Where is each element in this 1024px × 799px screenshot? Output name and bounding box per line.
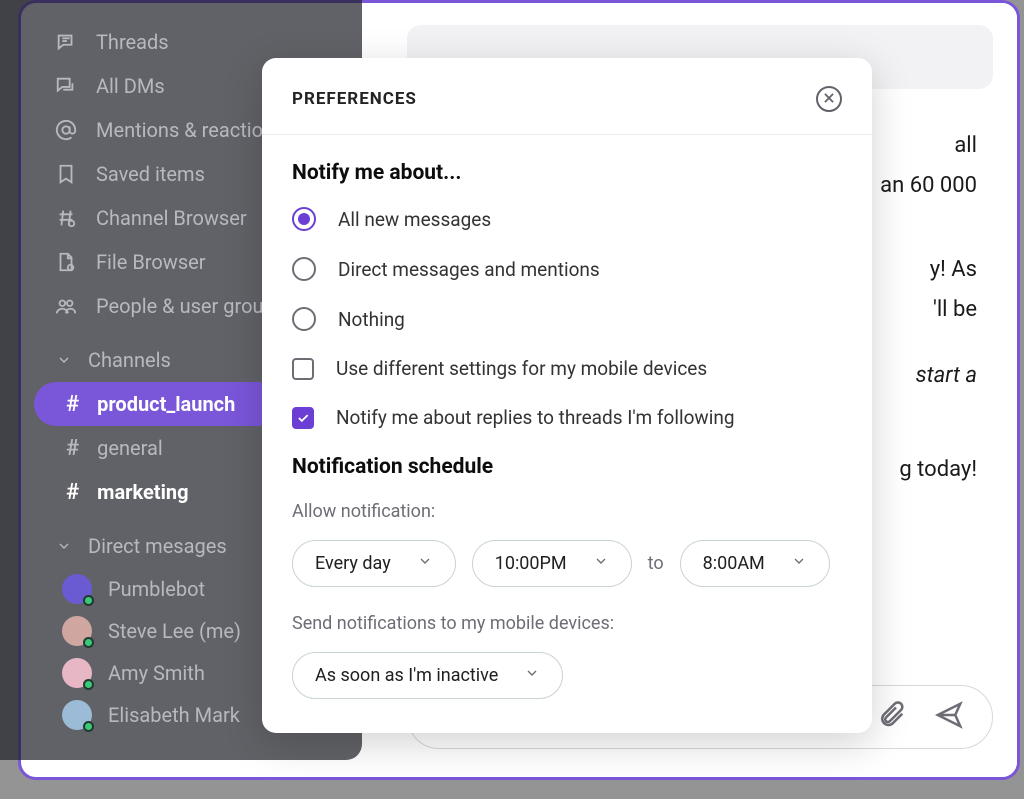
preferences-modal: PREFERENCES Notify me about... All new m… xyxy=(262,58,872,733)
chevron-down-icon xyxy=(791,553,807,574)
dm-header-label: Direct mesages xyxy=(88,534,227,558)
modal-body: Notify me about... All new messages Dire… xyxy=(262,135,872,699)
nav-item-label: Threads xyxy=(96,30,169,54)
mobile-timing-row: As soon as I'm inactive xyxy=(292,652,842,699)
send-mobile-label: Send notifications to my mobile devices: xyxy=(292,613,842,634)
dm-label: Elisabeth Mark xyxy=(108,703,240,727)
people-icon xyxy=(54,294,78,318)
checkbox-label: Notify me about replies to threads I'm f… xyxy=(336,406,735,429)
message-fragment: y! As xyxy=(930,257,977,282)
nav-item-label: File Browser xyxy=(96,250,206,274)
chevron-down-icon xyxy=(54,350,74,370)
close-button[interactable] xyxy=(816,86,842,112)
dm-label: Steve Lee (me) xyxy=(108,619,241,643)
attachment-icon[interactable] xyxy=(876,700,906,734)
days-value: Every day xyxy=(315,553,391,574)
mobile-timing-value: As soon as I'm inactive xyxy=(315,665,498,686)
checkbox-option-1[interactable]: Notify me about replies to threads I'm f… xyxy=(292,406,842,429)
avatar xyxy=(62,616,92,646)
presence-dot xyxy=(83,637,94,648)
channel-label: product_launch xyxy=(97,392,235,416)
nav-item-label: Mentions & reactions xyxy=(96,118,284,142)
dm-label: Amy Smith xyxy=(108,661,205,685)
time-to-select[interactable]: 8:00AM xyxy=(680,540,830,587)
close-icon xyxy=(822,90,836,109)
bookmark-icon xyxy=(54,162,78,186)
modal-title: PREFERENCES xyxy=(292,89,417,109)
radio-label: All new messages xyxy=(338,208,491,231)
threads-icon xyxy=(54,30,78,54)
nav-item-label: All DMs xyxy=(96,74,165,98)
checkbox-icon xyxy=(292,407,314,429)
schedule-row: Every day 10:00PM to 8:00AM xyxy=(292,540,842,587)
file-icon xyxy=(54,250,78,274)
radio-icon xyxy=(292,307,316,331)
presence-dot xyxy=(83,721,94,732)
radio-label: Direct messages and mentions xyxy=(338,258,600,281)
radio-icon xyxy=(292,257,316,281)
radio-option-1[interactable]: Direct messages and mentions xyxy=(292,257,842,281)
presence-dot xyxy=(83,679,94,690)
time-to-value: 8:00AM xyxy=(703,553,765,574)
nav-item-label: Saved items xyxy=(96,162,205,186)
to-label: to xyxy=(648,553,664,574)
chevron-down-icon xyxy=(593,553,609,574)
hash-icon: # xyxy=(66,436,79,461)
dm-icon xyxy=(54,74,78,98)
hash-browse-icon xyxy=(54,206,78,230)
dm-label: Pumblebot xyxy=(108,577,205,601)
channels-header-label: Channels xyxy=(88,348,171,372)
notify-heading: Notify me about... xyxy=(292,161,842,185)
channel-label: marketing xyxy=(97,480,188,504)
time-from-value: 10:00PM xyxy=(495,553,567,574)
modal-header: PREFERENCES xyxy=(262,58,872,135)
message-fragment: 'll be xyxy=(933,297,977,322)
avatar xyxy=(62,700,92,730)
hash-icon: # xyxy=(66,392,79,417)
chevron-down-icon xyxy=(417,553,433,574)
channel-label: general xyxy=(97,436,163,460)
radio-option-0[interactable]: All new messages xyxy=(292,207,842,231)
message-fragment: g today! xyxy=(899,457,977,482)
allow-notification-label: Allow notification: xyxy=(292,501,842,522)
schedule-heading: Notification schedule xyxy=(292,455,842,479)
radio-icon xyxy=(292,207,316,231)
chevron-down-icon xyxy=(54,536,74,556)
avatar xyxy=(62,574,92,604)
chevron-down-icon xyxy=(524,665,540,686)
message-fragment: an 60 000 xyxy=(880,173,977,198)
message-fragment: all xyxy=(954,133,977,158)
radio-option-2[interactable]: Nothing xyxy=(292,307,842,331)
checkbox-icon xyxy=(292,358,314,380)
mention-icon xyxy=(54,118,78,142)
days-select[interactable]: Every day xyxy=(292,540,456,587)
send-icon[interactable] xyxy=(934,700,964,734)
avatar xyxy=(62,658,92,688)
nav-item-label: People & user groups xyxy=(96,294,285,318)
presence-dot xyxy=(83,595,94,606)
mobile-timing-select[interactable]: As soon as I'm inactive xyxy=(292,652,563,699)
checkbox-option-0[interactable]: Use different settings for my mobile dev… xyxy=(292,357,842,380)
checkbox-label: Use different settings for my mobile dev… xyxy=(336,357,707,380)
time-from-select[interactable]: 10:00PM xyxy=(472,540,632,587)
radio-label: Nothing xyxy=(338,308,405,331)
message-fragment-italic: start a xyxy=(916,363,977,388)
nav-item-label: Channel Browser xyxy=(96,206,247,230)
hash-icon: # xyxy=(66,480,79,505)
